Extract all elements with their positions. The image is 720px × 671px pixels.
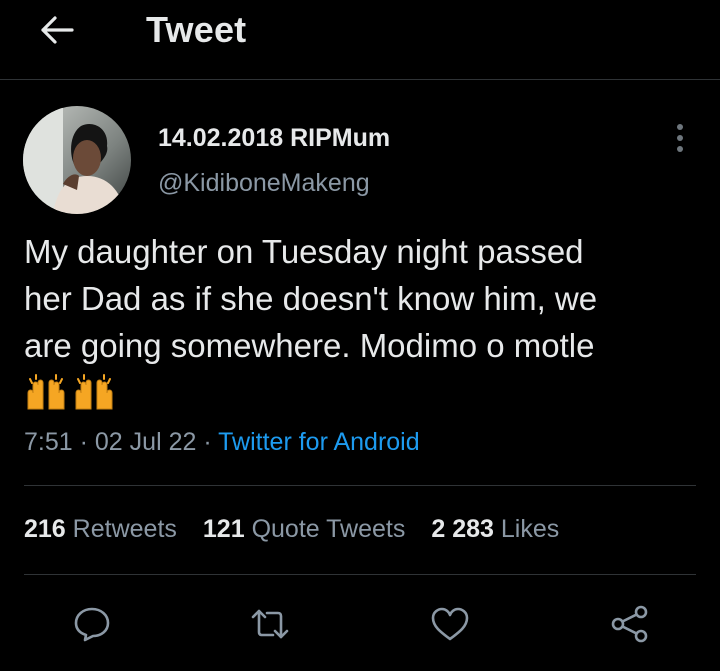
more-options-button[interactable] [664,120,696,156]
quotes-count: 121 [202,515,245,543]
arrow-left-icon [41,16,74,44]
retweets-stat[interactable]: 216 Retweets [24,515,177,544]
profile-photo [23,106,131,214]
more-icon-dot [677,135,683,141]
reply-button[interactable] [70,602,114,646]
divider [24,485,696,486]
page-title: Tweet [146,9,247,50]
retweet-button[interactable] [248,602,292,646]
meta-separator: · [203,428,212,456]
user-handle[interactable]: @KidiboneMakeng [158,169,370,198]
likes-label: Likes [500,515,560,543]
more-icon-dot [677,146,683,152]
back-button[interactable] [36,10,76,50]
tweet-text-line: her Dad as if she doesn't know him, we [24,280,598,317]
display-name[interactable]: 14.02.2018 RIPMum [158,124,390,153]
tweet-text-line: My daughter on Tuesday night passed [24,233,584,270]
tweet-text-line: are going somewhere. Modimo o motle [24,327,595,364]
tweet-date[interactable]: 02 Jul 22 [95,428,196,456]
share-icon [611,605,648,643]
tweet-stats: 216 Retweets 121 Quote Tweets 2 283 Like… [24,515,559,544]
retweets-label: Retweets [72,515,177,543]
more-icon-dot [677,124,683,130]
emoji-row [24,373,116,413]
quotes-label: Quote Tweets [251,515,406,543]
share-button[interactable] [608,602,652,646]
quote-tweets-stat[interactable]: 121 Quote Tweets [203,515,405,544]
top-bar: Tweet [0,0,720,80]
tweet-time[interactable]: 7:51 [24,428,73,456]
tweet-source-link[interactable]: Twitter for Android [218,428,419,456]
tweet-meta: 7:51 · 02 Jul 22 · Twitter for Android [24,428,420,457]
raising-hands-emoji [27,374,65,410]
likes-count: 2 283 [431,515,494,543]
reply-icon [74,607,110,642]
divider [24,574,696,575]
tweet-text: My daughter on Tuesday night passed her … [24,228,704,369]
like-icon [431,607,469,641]
meta-separator: · [79,428,88,456]
avatar[interactable] [23,106,131,214]
raising-hands-emoji [75,374,113,410]
retweet-icon [251,609,289,639]
like-button[interactable] [428,602,472,646]
likes-stat[interactable]: 2 283 Likes [431,515,559,544]
retweets-count: 216 [24,515,66,543]
